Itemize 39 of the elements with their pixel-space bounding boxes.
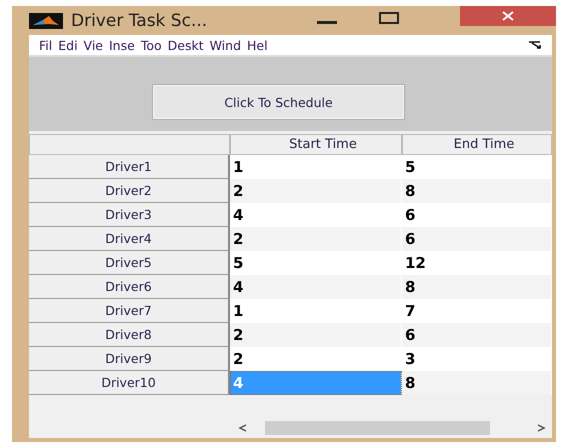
window-title: Driver Task Sc... [71, 10, 208, 30]
menu-item[interactable]: Deskt [168, 38, 204, 52]
schedule-button[interactable]: Click To Schedule [152, 84, 405, 120]
table-cell[interactable]: 2 [230, 347, 402, 371]
row-header[interactable]: Driver6 [29, 275, 230, 299]
menu-item[interactable]: Hel [247, 38, 268, 52]
table-cell[interactable]: 4 [230, 203, 402, 227]
close-button[interactable] [460, 6, 556, 26]
menu-item[interactable]: Vie [84, 38, 103, 52]
menu-item[interactable]: Fil [39, 38, 52, 52]
column-header[interactable]: Start Time [230, 134, 402, 155]
table-cell[interactable]: 1 [230, 155, 402, 179]
overflow-arrow-icon[interactable] [528, 40, 542, 50]
table-cell[interactable]: 5 [230, 251, 402, 275]
menu-item[interactable]: Too [140, 38, 162, 52]
row-header[interactable]: Driver9 [29, 347, 230, 371]
row-header[interactable]: Driver8 [29, 323, 230, 347]
table-cell[interactable]: 1 [230, 299, 402, 323]
table-cell[interactable]: 12 [402, 251, 552, 275]
row-header[interactable]: Driver4 [29, 227, 230, 251]
row-header[interactable]: Driver2 [29, 179, 230, 203]
row-header[interactable]: Driver3 [29, 203, 230, 227]
close-icon[interactable] [502, 11, 514, 21]
table-cell[interactable]: 7 [402, 299, 552, 323]
minimize-icon[interactable] [317, 20, 338, 24]
table-cell[interactable]: 6 [402, 203, 552, 227]
column-header[interactable]: End Time [402, 134, 552, 155]
maximize-icon[interactable] [379, 12, 400, 24]
row-header[interactable]: Driver5 [29, 251, 230, 275]
menu-item[interactable]: Wind [210, 38, 242, 52]
table-cell[interactable]: 5 [402, 155, 552, 179]
row-header[interactable]: Driver1 [29, 155, 230, 179]
row-header[interactable]: Driver10 [29, 371, 230, 395]
menu-item[interactable]: Edi [58, 38, 78, 52]
scrollbar-thumb[interactable] [264, 421, 490, 435]
row-header[interactable]: Driver7 [29, 299, 230, 323]
surface-plot-icon [29, 12, 63, 28]
table-cell[interactable]: 3 [402, 347, 552, 371]
menu-item[interactable]: Inse [109, 38, 135, 52]
